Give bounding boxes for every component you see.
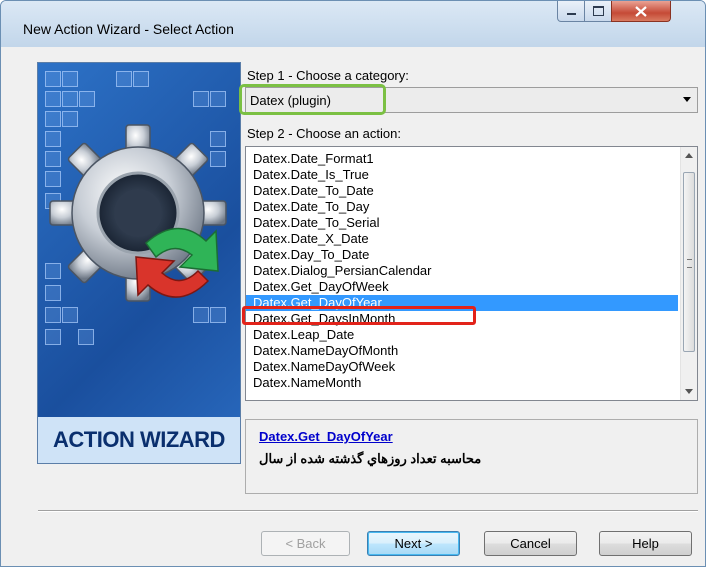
grip-icon: [687, 259, 692, 268]
category-highlight: [239, 84, 386, 115]
selected-action-highlight: [242, 306, 476, 325]
list-item[interactable]: Datex.NameDayOfMonth: [246, 343, 678, 359]
close-icon: [635, 5, 647, 17]
action-listbox[interactable]: Datex.Date_Format1 Datex.Date_Is_True Da…: [245, 146, 698, 401]
step1-label: Step 1 - Choose a category:: [247, 68, 409, 83]
list-item[interactable]: Datex.Date_Is_True: [246, 167, 678, 183]
help-button[interactable]: Help: [599, 531, 692, 556]
list-item[interactable]: Datex.NameDayOfWeek: [246, 359, 678, 375]
close-button[interactable]: [611, 1, 671, 22]
list-item[interactable]: Datex.Date_X_Date: [246, 231, 678, 247]
title-bar[interactable]: New Action Wizard - Select Action: [1, 1, 705, 47]
scrollbar-thumb[interactable]: [683, 172, 695, 352]
list-item[interactable]: Datex.Get_DayOfWeek: [246, 279, 678, 295]
list-item[interactable]: Datex.Day_To_Date: [246, 247, 678, 263]
minimize-icon: [566, 13, 576, 15]
back-button[interactable]: < Back: [261, 531, 350, 556]
gear-with-arrows-icon: [49, 124, 227, 302]
action-wizard-banner: ACTION WIZARD: [37, 62, 241, 464]
description-link[interactable]: Datex.Get_DayOfYear: [259, 429, 393, 444]
maximize-button[interactable]: [584, 1, 612, 22]
list-item[interactable]: Datex.Dialog_PersianCalendar: [246, 263, 678, 279]
window-title: New Action Wizard - Select Action: [23, 21, 234, 37]
minimize-button[interactable]: [557, 1, 585, 22]
list-item[interactable]: Datex.NameMonth: [246, 375, 678, 391]
list-item[interactable]: Datex.Date_To_Date: [246, 183, 678, 199]
footer-separator: [38, 510, 698, 512]
step2-label: Step 2 - Choose an action:: [247, 126, 401, 141]
description-panel: Datex.Get_DayOfYear محاسبه تعداد روزهاي …: [245, 419, 698, 494]
list-item[interactable]: Datex.Date_Format1: [246, 151, 678, 167]
banner-caption: ACTION WIZARD: [38, 417, 240, 463]
list-item[interactable]: Datex.Date_To_Serial: [246, 215, 678, 231]
listbox-scrollbar[interactable]: [680, 147, 697, 400]
cancel-button[interactable]: Cancel: [484, 531, 577, 556]
chevron-down-icon[interactable]: [683, 97, 691, 102]
list-item[interactable]: Datex.Leap_Date: [246, 327, 678, 343]
wizard-window: New Action Wizard - Select Action ACTION…: [0, 0, 706, 567]
maximize-icon: [592, 6, 604, 16]
description-text: محاسبه تعداد روزهاي گذشته شده از سال: [259, 451, 482, 466]
next-button[interactable]: Next >: [367, 531, 460, 556]
scroll-down-icon[interactable]: [685, 389, 693, 394]
list-item[interactable]: Datex.Date_To_Day: [246, 199, 678, 215]
scroll-up-icon[interactable]: [685, 153, 693, 158]
